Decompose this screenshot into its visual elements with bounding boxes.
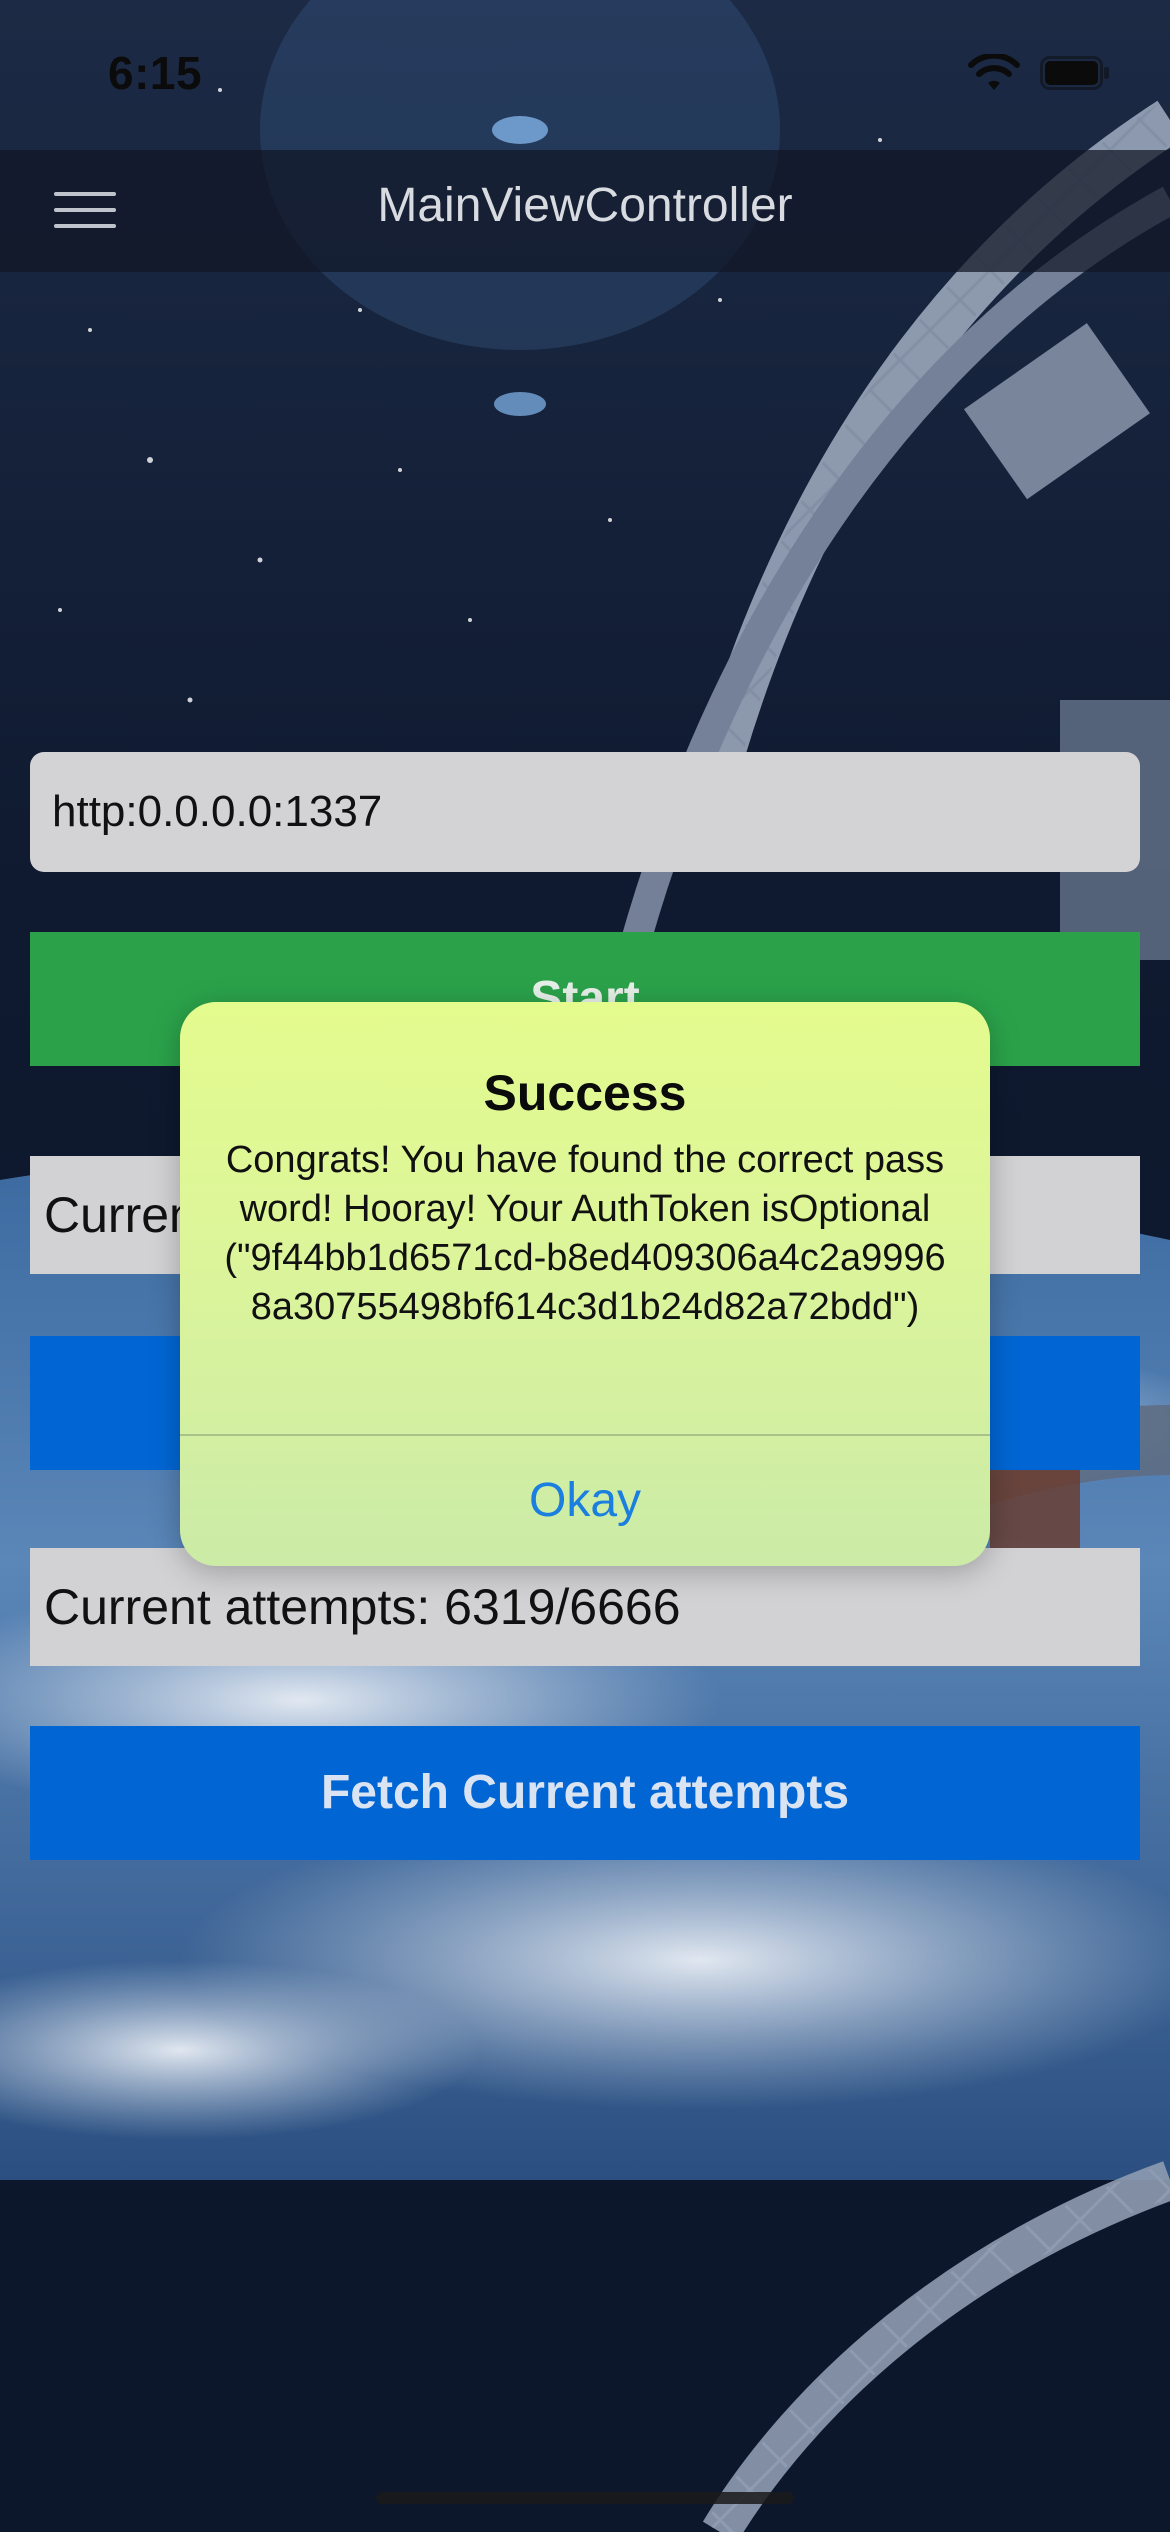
alert-title: Success bbox=[483, 1065, 687, 1121]
wifi-icon bbox=[968, 54, 1020, 90]
nav-title: MainViewController bbox=[377, 179, 793, 232]
fetch-current-attempts-button[interactable]: Fetch Current attempts bbox=[30, 1726, 1140, 1860]
battery-icon bbox=[1040, 56, 1109, 90]
server-url-input[interactable]: http:0.0.0.0:1337 bbox=[30, 752, 1140, 872]
navigation-bar: MainViewController bbox=[0, 150, 1170, 272]
status-time: 6:15 bbox=[108, 47, 203, 99]
success-alert: Success Congrats! You have found the cor… bbox=[180, 1002, 990, 1566]
alert-message: Congrats! You have found the correct pas… bbox=[224, 1139, 946, 1328]
okay-button[interactable]: Okay bbox=[180, 1436, 990, 1566]
status-bar: 6:15 bbox=[0, 0, 1170, 150]
home-indicator[interactable] bbox=[376, 2492, 794, 2504]
